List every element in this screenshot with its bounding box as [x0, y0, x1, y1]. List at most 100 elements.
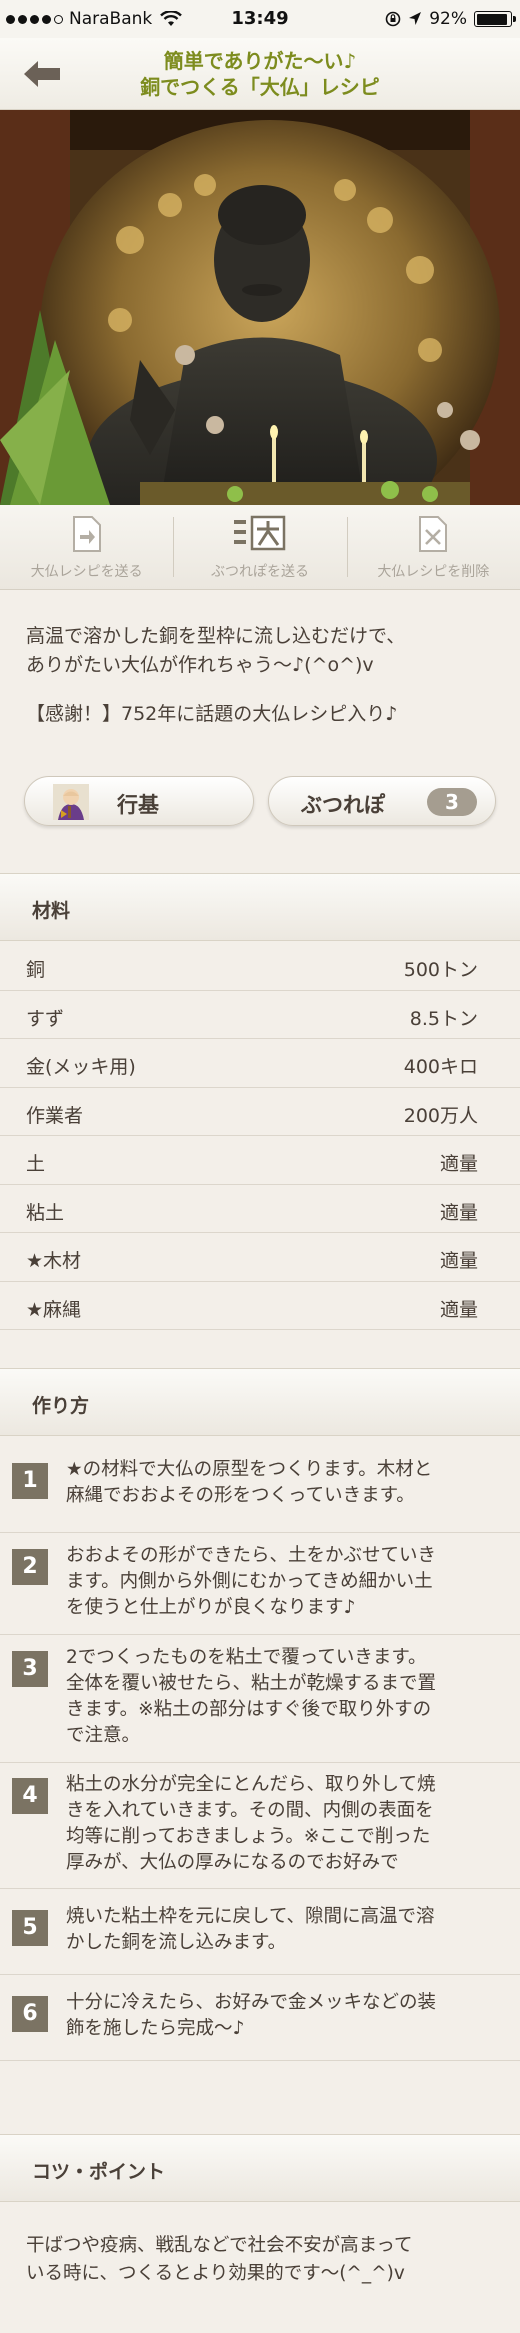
- delete-recipe-button[interactable]: 大仏レシピを削除: [346, 505, 520, 589]
- ingredients-list: 銅 500トン すず 8.5トン 金(メッキ用) 400キロ 作業者 200万人土適量 粘土 適量…: [0, 942, 520, 1330]
- step-number: 3: [12, 1651, 48, 1687]
- step-text: ★の材料で大仏の原型をつくります。木材と 麻縄でおおよその形をつくっていきます。: [66, 1457, 502, 1509]
- action-bar: 大仏レシピを送る ぶつれぽを送る 大仏レシピを削除: [0, 505, 520, 590]
- tips-header: コツ・ポイント: [0, 2134, 520, 2202]
- step-text-line: ます。内側から外側にむかってきめ細かい土: [66, 1571, 433, 1592]
- step-row: 1 ★の材料で大仏の原型をつくります。木材と 麻縄でおおよその形をつくっていきます。: [0, 1437, 520, 1533]
- tsukurepo-button[interactable]: ぶつれぽ 3: [268, 776, 496, 826]
- ingredient-row: 粘土 適量: [0, 1185, 520, 1233]
- step-text-line: 2でつくったものを粘土で覆っていきます。: [66, 1647, 427, 1668]
- ingredient-quantity: 200万人: [403, 1104, 478, 1127]
- tsukurepo-label: ぶつれぽ: [301, 793, 385, 817]
- back-arrow-icon[interactable]: [22, 58, 62, 90]
- ingredient-row: 銅 500トン: [0, 942, 520, 991]
- ingredient-name: 土: [26, 1153, 46, 1175]
- step-row: 3 2でつくったものを粘土で覆っていきます。 全体を覆い被せたら、粘土が乾燥するまで…: [0, 1635, 520, 1763]
- description-line1: 高温で溶かした銅を型枠に流し込むだけで、: [26, 625, 406, 647]
- great-buddha-illustration: [0, 110, 520, 505]
- step-text: 十分に冷えたら、お好みで金メッキなどの装 飾を施したら完成〜♪: [66, 1990, 502, 2042]
- step-text-line: 焼いた粘土枠を元に戻して、隙間に高温で溶: [66, 1906, 435, 1927]
- step-text: 焼いた粘土枠を元に戻して、隙間に高温で溶 かした銅を流し込みます。: [66, 1904, 502, 1956]
- ingredient-name: 銅: [26, 959, 46, 981]
- step-text-line: 全体を覆い被せたら、粘土が乾燥するまで置: [66, 1673, 437, 1694]
- step-row: 2 おおよその形ができたら、土をかぶせていき ます。内側から外側にむかってきめ細かい…: [0, 1533, 520, 1635]
- status-right: 92%: [385, 9, 516, 29]
- step-text-line: 厚みが、大仏の厚みになるのでお好みで: [66, 1852, 399, 1873]
- ingredient-name: すず: [26, 1007, 65, 1030]
- tips-header-label: コツ・ポイント: [32, 2161, 166, 2183]
- ingredient-quantity: 適量: [439, 1153, 478, 1175]
- author-name: 行基: [117, 793, 159, 817]
- description-line2: ありがたい大仏が作れちゃう〜♪(^o^)v: [26, 654, 374, 676]
- step-text-line: 飾を施したら完成〜♪: [66, 2018, 245, 2039]
- rotation-lock-icon: [385, 11, 401, 27]
- steps-list: 1 ★の材料で大仏の原型をつくります。木材と 麻縄でおおよその形をつくっていきます。…: [0, 1437, 520, 2061]
- step-text-line: 均等に削っておきましょう。※ここで削った: [66, 1826, 431, 1847]
- nav-bar: 簡単でありがた〜い♪ 銅でつくる「大仏」レシピ: [0, 38, 520, 110]
- send-tsukurepo-label: ぶつれぽを送る: [210, 564, 309, 580]
- tips-text: 干ばつや疫病、戦乱などで社会不安が高まって いる時に、つくるとより効果的です〜(…: [26, 2232, 506, 2288]
- delete-document-icon: [419, 516, 448, 552]
- step-number: 6: [12, 1996, 48, 2032]
- step-number: 4: [12, 1778, 48, 1814]
- recipe-thanks-note: 【感謝！】752年に話題の大仏レシピ入り♪: [26, 703, 398, 725]
- send-recipe-label: 大仏レシピを送る: [30, 564, 143, 580]
- tsukurepo-count-badge: 3: [427, 788, 477, 816]
- author-button[interactable]: 行基: [24, 776, 254, 826]
- send-document-icon: [72, 516, 101, 552]
- tsukurepo-icon: [233, 515, 286, 551]
- step-text-line: おおよその形ができたら、土をかぶせていき: [66, 1545, 437, 1566]
- ingredient-quantity: 適量: [439, 1298, 478, 1321]
- recipe-description: 高温で溶かした銅を型枠に流し込むだけで、 ありがたい大仏が作れちゃう〜♪(^o^…: [26, 622, 506, 680]
- send-tsukurepo-button[interactable]: ぶつれぽを送る: [173, 505, 346, 589]
- battery-fill: [476, 13, 507, 25]
- steps-header: 作り方: [0, 1368, 520, 1436]
- page-title-line1: 簡単でありがた〜い♪: [163, 49, 357, 73]
- ingredient-name: 粘土: [26, 1201, 65, 1224]
- step-text-line: かした銅を流し込みます。: [66, 1932, 287, 1953]
- step-text: おおよその形ができたら、土をかぶせていき ます。内側から外側にむかってきめ細かい土…: [66, 1543, 502, 1621]
- send-recipe-button[interactable]: 大仏レシピを送る: [0, 505, 173, 589]
- ingredient-name: ★麻縄: [26, 1298, 82, 1321]
- ingredient-row: 土 適量: [0, 1136, 520, 1185]
- battery-percent: 92%: [429, 9, 467, 29]
- ingredient-row: 作業者 200万人: [0, 1088, 520, 1136]
- ingredient-row: すず 8.5トン: [0, 991, 520, 1039]
- ingredient-quantity: 400キロ: [403, 1056, 478, 1078]
- delete-recipe-label: 大仏レシピを削除: [377, 564, 490, 580]
- ingredient-row: 金(メッキ用) 400キロ: [0, 1039, 520, 1088]
- step-text-line: を使うと仕上がりが良くなります♪: [66, 1597, 356, 1618]
- ingredient-name: 金(メッキ用): [26, 1056, 136, 1078]
- ingredient-quantity: 8.5トン: [409, 1007, 478, 1030]
- step-number: 2: [12, 1549, 48, 1585]
- battery-icon: [474, 11, 516, 27]
- step-text-line: 粘土の水分が完全にとんだら、取り外して焼: [66, 1774, 436, 1795]
- step-row: 4 粘土の水分が完全にとんだら、取り外して焼 きを入れていきます。その間、内側の表面…: [0, 1763, 520, 1889]
- ingredients-header-label: 材料: [32, 900, 71, 922]
- step-text: 2でつくったものを粘土で覆っていきます。 全体を覆い被せたら、粘土が乾燥するまで置…: [66, 1645, 502, 1749]
- step-text: 粘土の水分が完全にとんだら、取り外して焼 きを入れていきます。その間、内側の表面を…: [66, 1772, 502, 1876]
- ingredient-name: ★木材: [26, 1250, 82, 1272]
- ingredient-quantity: 500トン: [403, 959, 478, 981]
- tips-line1: 干ばつや疫病、戦乱などで社会不安が高まって: [26, 2235, 413, 2256]
- step-text-line: きを入れていきます。その間、内側の表面を: [66, 1800, 434, 1821]
- page-title-line2: 銅でつくる「大仏」レシピ: [140, 75, 380, 99]
- step-text-line: ★の材料で大仏の原型をつくります。木材と: [66, 1459, 433, 1480]
- step-row: 5 焼いた粘土枠を元に戻して、隙間に高温で溶 かした銅を流し込みます。: [0, 1889, 520, 1975]
- step-number: 1: [12, 1463, 48, 1499]
- status-bar: NaraBank 13:49 92%: [0, 0, 520, 38]
- step-number: 5: [12, 1910, 48, 1946]
- tips-line2: いる時に、つくるとより効果的です〜(^_^)v: [26, 2263, 405, 2284]
- location-arrow-icon: [409, 12, 422, 25]
- step-text-line: きます。※粘土の部分はすぐ後で取り外すの: [66, 1699, 432, 1720]
- ingredients-header: 材料: [0, 873, 520, 941]
- step-row: 6 十分に冷えたら、お好みで金メッキなどの装 飾を施したら完成〜♪: [0, 1975, 520, 2061]
- page-title: 簡単でありがた〜い♪ 銅でつくる「大仏」レシピ: [60, 48, 460, 100]
- ingredient-row: ★木材 適量: [0, 1233, 520, 1282]
- ingredient-row: ★麻縄 適量: [0, 1282, 520, 1330]
- ingredient-quantity: 適量: [439, 1250, 478, 1272]
- step-text-line: 十分に冷えたら、お好みで金メッキなどの装: [66, 1992, 437, 2013]
- step-text-line: 麻縄でおおよその形をつくっていきます。: [66, 1485, 415, 1506]
- recipe-photo: [0, 110, 520, 505]
- ingredient-name: 作業者: [26, 1104, 84, 1127]
